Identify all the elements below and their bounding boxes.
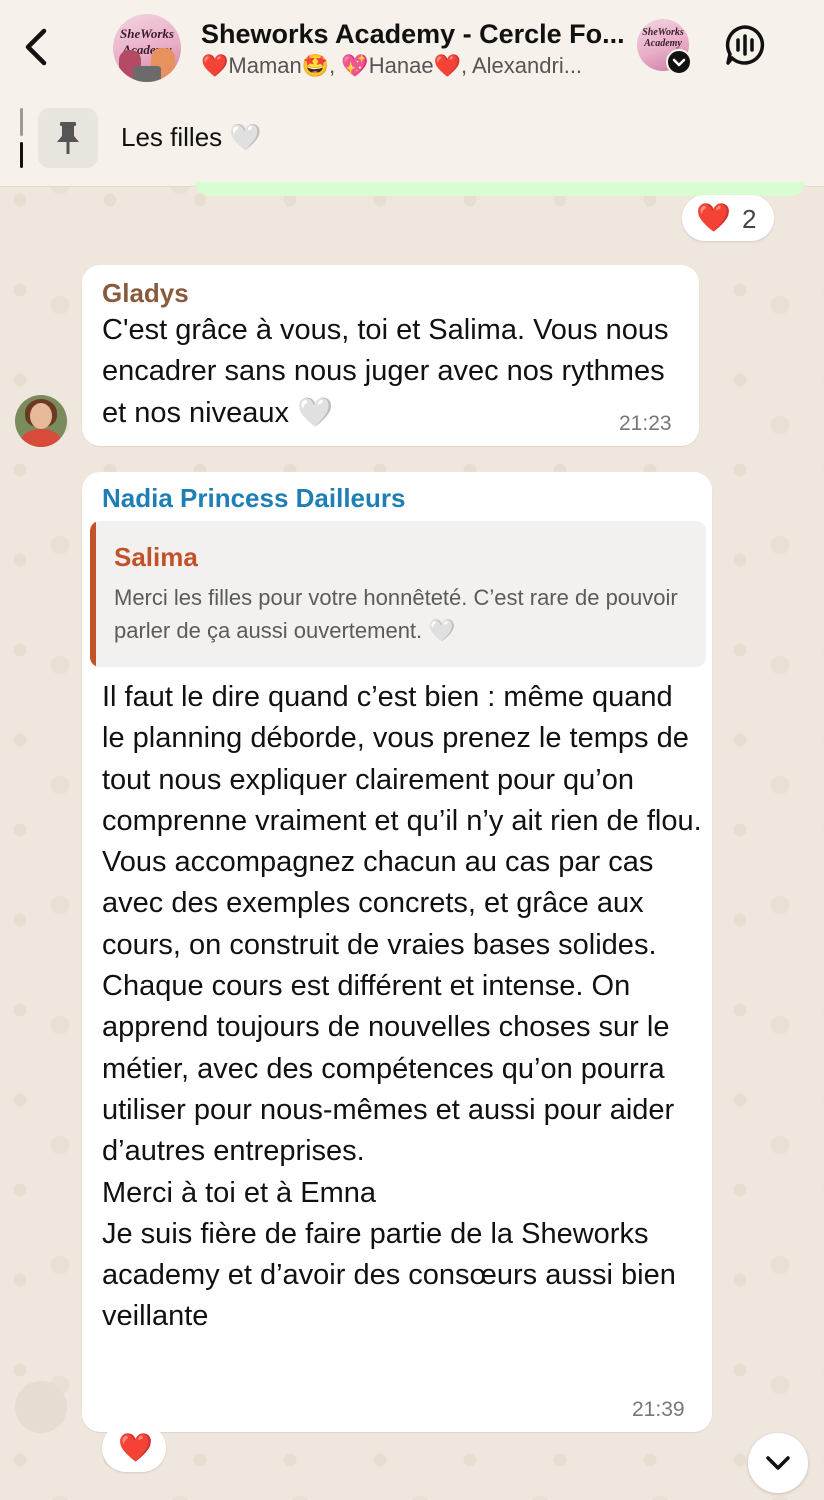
heart-icon: ❤️ bbox=[118, 1432, 153, 1463]
message-reaction[interactable]: ❤️ 2 bbox=[682, 195, 774, 241]
previous-message-bubble[interactable] bbox=[195, 182, 805, 196]
reaction-count: 2 bbox=[742, 204, 757, 234]
message-bubble[interactable]: Gladys C'est grâce à vous, toi et Salima… bbox=[82, 265, 699, 446]
group-title[interactable]: Sheworks Academy - Cercle Fo... bbox=[201, 19, 626, 53]
chat-header: SheWorks Academy Sheworks Academy - Cerc… bbox=[0, 0, 824, 95]
verified-icon bbox=[666, 49, 692, 75]
quoted-message[interactable]: Salima Merci les filles pour votre honnê… bbox=[90, 521, 706, 667]
pinned-message-text[interactable]: Les filles 🤍 bbox=[121, 122, 262, 153]
group-members[interactable]: ❤️Maman🤩, 💖Hanae❤️, Alexandri... bbox=[201, 53, 626, 81]
message-sender[interactable]: Gladys bbox=[102, 278, 189, 309]
avatar[interactable] bbox=[15, 395, 67, 447]
pin-indicator-active bbox=[20, 142, 23, 168]
audio-call-button[interactable] bbox=[724, 24, 766, 66]
quote-accent-bar bbox=[90, 521, 96, 667]
quoted-text: Merci les filles pour votre honnêteté. C… bbox=[114, 585, 678, 643]
pin-icon bbox=[57, 122, 79, 154]
avatar-shirt bbox=[21, 429, 61, 447]
message-text: Il faut le dire quand c’est bien : même … bbox=[102, 681, 702, 1333]
avatar[interactable] bbox=[15, 1381, 67, 1433]
message-text: C'est grâce à vous, toi et Salima. Vous … bbox=[102, 314, 669, 429]
back-button[interactable] bbox=[20, 28, 52, 66]
message-sender[interactable]: Nadia Princess Dailleurs bbox=[102, 483, 405, 514]
avatar-logo: SheWorks Academy bbox=[642, 27, 684, 49]
pin-button[interactable] bbox=[38, 108, 98, 168]
avatar-face bbox=[30, 403, 52, 429]
chevron-left-icon bbox=[25, 28, 47, 66]
pin-indicator bbox=[20, 108, 23, 136]
quoted-sender: Salima bbox=[114, 542, 198, 572]
message-time: 21:39 bbox=[632, 1398, 685, 1421]
chevron-down-icon bbox=[766, 1456, 790, 1470]
message-reaction[interactable]: ❤️ bbox=[102, 1424, 166, 1472]
group-avatar[interactable]: SheWorks Academy bbox=[113, 14, 181, 82]
scroll-down-button[interactable] bbox=[748, 1433, 808, 1493]
message-time: 21:23 bbox=[619, 412, 672, 435]
avatar-desk bbox=[133, 66, 161, 82]
audio-call-icon bbox=[725, 25, 765, 65]
heart-icon: ❤️ bbox=[696, 202, 731, 233]
